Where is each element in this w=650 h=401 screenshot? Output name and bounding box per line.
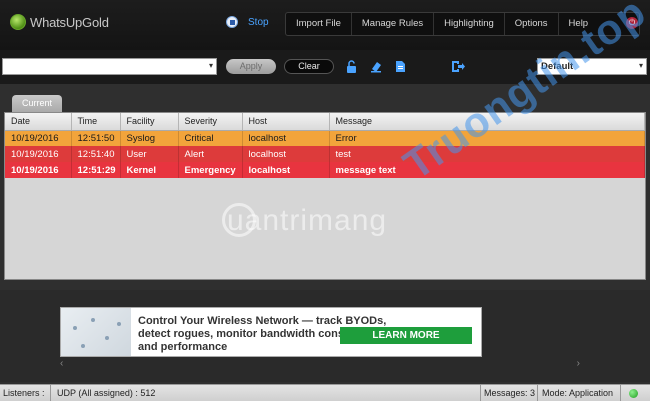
status-divider (50, 385, 51, 401)
cell-message: test (329, 146, 645, 162)
listeners-value: UDP (All assigned) : 512 (57, 388, 156, 398)
column-header-facility[interactable]: Facility (120, 113, 179, 131)
clear-button[interactable]: Clear (284, 59, 334, 74)
menu-manage-rules[interactable]: Manage Rules (352, 13, 435, 35)
cell-host: localhost (242, 162, 330, 178)
network-map-image (61, 308, 131, 356)
status-divider (537, 385, 538, 401)
app-window: WhatsUpGold Stop Import File Manage Rule… (0, 0, 650, 401)
logo-icon (10, 14, 26, 30)
cell-host: localhost (242, 146, 330, 162)
tab-current[interactable]: Current (12, 95, 62, 112)
apply-button[interactable]: Apply (226, 59, 276, 74)
column-header-time[interactable]: Time (71, 113, 121, 131)
ad-carousel-nav: ‹ › (60, 358, 580, 370)
menu-options[interactable]: Options (505, 13, 559, 35)
chevron-down-icon: ▾ (638, 61, 643, 70)
table-row[interactable]: 10/19/2016 12:51:40 User Alert localhost… (5, 146, 645, 162)
app-logo: WhatsUpGold (10, 14, 109, 30)
cell-severity: Alert (178, 146, 243, 162)
chevron-left-icon[interactable]: ‹ (60, 358, 63, 369)
cell-time: 12:51:40 (71, 146, 121, 162)
menu-highlighting[interactable]: Highlighting (434, 13, 505, 35)
learn-more-button[interactable]: LEARN MORE (340, 327, 472, 344)
column-header-severity[interactable]: Severity (178, 113, 243, 131)
stop-icon (226, 16, 238, 28)
unlock-icon[interactable] (346, 60, 358, 73)
cell-time: 12:51:50 (71, 130, 121, 146)
chevron-right-icon[interactable]: › (577, 358, 580, 369)
mode-status: Mode: Application (542, 388, 614, 398)
eraser-icon[interactable] (370, 60, 382, 73)
cell-severity: Emergency (178, 162, 243, 178)
log-panel: Current Date Time Facility Severity Host… (4, 84, 646, 284)
cell-date: 10/19/2016 (5, 162, 72, 178)
cell-message: message text (329, 162, 645, 178)
export-icon[interactable] (451, 60, 466, 73)
table-header-row: Date Time Facility Severity Host Message (5, 113, 645, 131)
logo-text: WhatsUpGold (30, 14, 109, 30)
log-table-container: Date Time Facility Severity Host Message… (4, 112, 646, 280)
status-divider (620, 385, 621, 401)
cell-date: 10/19/2016 (5, 130, 72, 146)
cell-time: 12:51:29 (71, 162, 121, 178)
column-header-date[interactable]: Date (5, 113, 72, 131)
cell-date: 10/19/2016 (5, 146, 72, 162)
chevron-down-icon: ▾ (208, 61, 213, 70)
cell-facility: User (120, 146, 179, 162)
status-bar: Listeners : UDP (All assigned) : 512 Mes… (0, 384, 650, 401)
column-header-host[interactable]: Host (242, 113, 330, 131)
status-led-icon (629, 389, 638, 398)
ad-banner[interactable]: Control Your Wireless Network — track BY… (60, 307, 482, 357)
table-row[interactable]: 10/19/2016 12:51:29 Kernel Emergency loc… (5, 162, 645, 178)
listeners-label: Listeners : (3, 388, 45, 398)
filter-select[interactable]: ▾ (2, 58, 217, 75)
watermark-quantrimang: uantrimang (227, 204, 388, 237)
status-divider (480, 385, 481, 401)
ad-area: Control Your Wireless Network — track BY… (0, 290, 650, 382)
stop-button[interactable]: Stop (226, 16, 269, 28)
cell-severity: Critical (178, 130, 243, 146)
table-row[interactable]: 10/19/2016 12:51:50 Syslog Critical loca… (5, 130, 645, 146)
stop-label: Stop (248, 16, 269, 28)
cell-host: localhost (242, 130, 330, 146)
document-icon[interactable] (394, 60, 406, 73)
log-table: Date Time Facility Severity Host Message… (5, 113, 645, 178)
menu-import-file[interactable]: Import File (286, 13, 352, 35)
cell-facility: Syslog (120, 130, 179, 146)
messages-count: Messages: 3 (484, 388, 536, 398)
cell-facility: Kernel (120, 162, 179, 178)
